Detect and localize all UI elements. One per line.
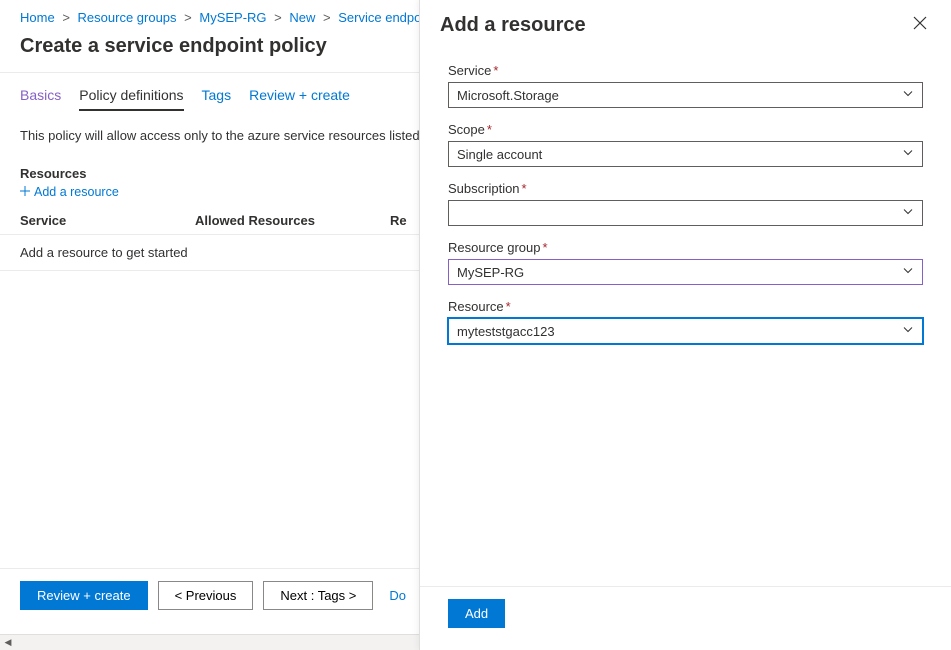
- field-service: Service* Microsoft.Storage: [448, 63, 923, 108]
- tab-basics[interactable]: Basics: [20, 87, 61, 111]
- select-scope[interactable]: Single account: [448, 141, 923, 167]
- breadcrumb-mysep-rg[interactable]: MySEP-RG: [199, 10, 266, 25]
- chevron-down-icon: [902, 324, 914, 339]
- download-link[interactable]: Do: [389, 588, 406, 603]
- chevron-down-icon: [902, 88, 914, 103]
- breadcrumb-home[interactable]: Home: [20, 10, 55, 25]
- breadcrumb-sep: >: [274, 10, 282, 25]
- add-button[interactable]: Add: [448, 599, 505, 628]
- select-resource-value: myteststgacc123: [457, 324, 555, 339]
- plus-icon: [20, 185, 30, 199]
- col-service: Service: [20, 213, 195, 228]
- tab-policy-definitions[interactable]: Policy definitions: [79, 87, 183, 111]
- breadcrumb-service-endpoint[interactable]: Service endpoin: [338, 10, 431, 25]
- required-indicator: *: [506, 299, 511, 314]
- required-indicator: *: [522, 181, 527, 196]
- field-subscription: Subscription*: [448, 181, 923, 226]
- select-resource[interactable]: myteststgacc123: [448, 318, 923, 344]
- chevron-down-icon: [902, 147, 914, 162]
- field-resource: Resource* myteststgacc123: [448, 299, 923, 344]
- add-resource-flyout: Add a resource Service* Microsoft.Storag…: [419, 0, 951, 650]
- add-resource-label: Add a resource: [34, 185, 119, 199]
- flyout-title: Add a resource: [440, 14, 586, 37]
- select-subscription[interactable]: [448, 200, 923, 226]
- tab-review-create[interactable]: Review + create: [249, 87, 350, 111]
- select-service[interactable]: Microsoft.Storage: [448, 82, 923, 108]
- select-resource-group[interactable]: MySEP-RG: [448, 259, 923, 285]
- col-allowed: Allowed Resources: [195, 213, 390, 228]
- breadcrumb-new[interactable]: New: [289, 10, 315, 25]
- label-scope: Scope*: [448, 122, 923, 137]
- close-icon[interactable]: [909, 14, 931, 36]
- field-scope: Scope* Single account: [448, 122, 923, 167]
- label-service: Service*: [448, 63, 923, 78]
- required-indicator: *: [543, 240, 548, 255]
- required-indicator: *: [487, 122, 492, 137]
- chevron-down-icon: [902, 206, 914, 221]
- chevron-down-icon: [902, 265, 914, 280]
- scroll-left-icon[interactable]: ◀: [0, 635, 16, 650]
- breadcrumb-sep: >: [62, 10, 70, 25]
- breadcrumb-sep: >: [323, 10, 331, 25]
- tab-tags[interactable]: Tags: [202, 87, 232, 111]
- select-service-value: Microsoft.Storage: [457, 88, 559, 103]
- breadcrumb-resource-groups[interactable]: Resource groups: [78, 10, 177, 25]
- label-resource: Resource*: [448, 299, 923, 314]
- next-button[interactable]: Next : Tags >: [263, 581, 373, 610]
- review-create-button[interactable]: Review + create: [20, 581, 148, 610]
- label-resource-group: Resource group*: [448, 240, 923, 255]
- select-resource-group-value: MySEP-RG: [457, 265, 524, 280]
- field-resource-group: Resource group* MySEP-RG: [448, 240, 923, 285]
- label-subscription: Subscription*: [448, 181, 923, 196]
- breadcrumb-sep: >: [184, 10, 192, 25]
- previous-button[interactable]: < Previous: [158, 581, 254, 610]
- required-indicator: *: [493, 63, 498, 78]
- select-scope-value: Single account: [457, 147, 542, 162]
